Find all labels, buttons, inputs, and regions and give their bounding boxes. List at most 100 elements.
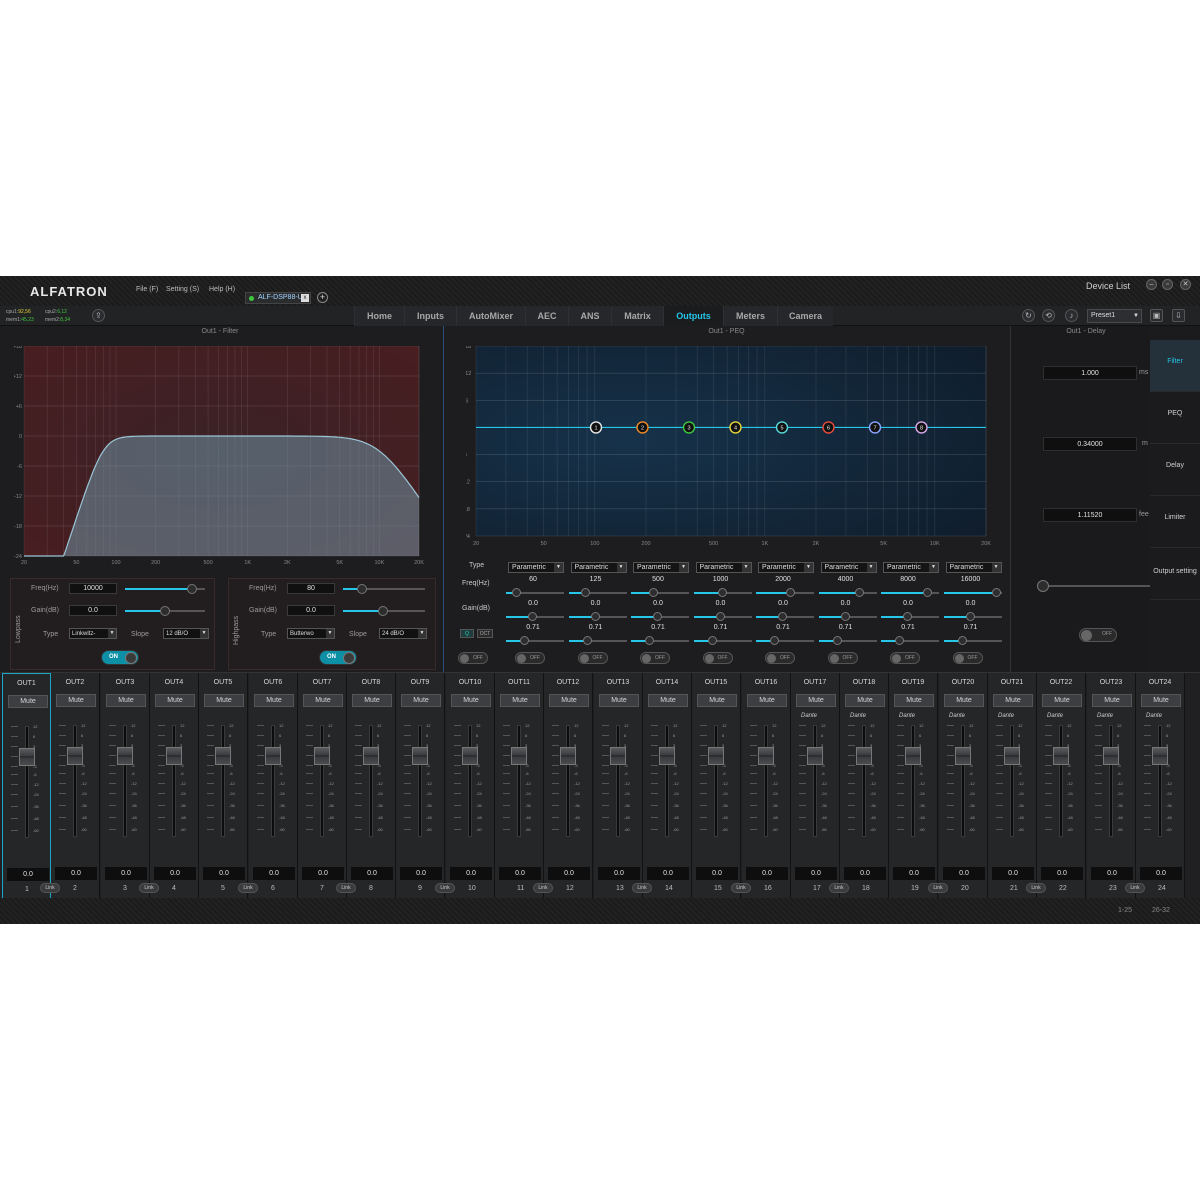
mute-button[interactable]: Mute: [155, 694, 195, 707]
delay-m-input[interactable]: 0.34000: [1043, 437, 1137, 451]
slider-knob[interactable]: [991, 588, 1001, 597]
fader-track[interactable]: [566, 725, 570, 837]
link-button[interactable]: Link: [435, 883, 455, 893]
channel-level-value[interactable]: 0.0: [992, 867, 1034, 880]
link-button[interactable]: Link: [1026, 883, 1046, 893]
add-tab-button[interactable]: +: [317, 292, 328, 303]
slider-knob[interactable]: [580, 588, 590, 597]
preset-select[interactable]: Preset1 ▼: [1087, 309, 1142, 323]
band-1-q-value[interactable]: 0.71: [505, 624, 561, 631]
slider-knob[interactable]: [378, 606, 388, 616]
band-4-freq-value[interactable]: 1000: [693, 576, 749, 583]
side-tab-output-setting[interactable]: Output setting: [1150, 548, 1200, 600]
channel-level-value[interactable]: 0.0: [7, 868, 49, 881]
band-7-gain-value[interactable]: 0.0: [880, 600, 936, 607]
highpass-toggle[interactable]: ON: [319, 650, 357, 665]
side-tab-filter[interactable]: Filter: [1150, 340, 1200, 392]
mute-button[interactable]: Mute: [106, 694, 146, 707]
band-6-freq-slider[interactable]: [818, 588, 877, 597]
lowpass-freq-input[interactable]: 10000: [69, 583, 117, 594]
band-7-freq-value[interactable]: 8000: [880, 576, 936, 583]
lowpass-type-select[interactable]: Linkwitz- ▼: [69, 628, 117, 639]
fader-handle[interactable]: [117, 747, 133, 765]
fader-track[interactable]: [369, 725, 373, 837]
peq-band-node-6[interactable]: 6: [822, 421, 835, 434]
save-icon[interactable]: ▣: [1150, 309, 1163, 322]
fader-handle[interactable]: [1152, 747, 1168, 765]
band-8-freq-value[interactable]: 16000: [943, 576, 999, 583]
slider-knob[interactable]: [520, 636, 529, 645]
channel-level-value[interactable]: 0.0: [302, 867, 344, 880]
slider-knob[interactable]: [582, 636, 592, 645]
device-list-button[interactable]: Device List: [1086, 281, 1130, 291]
fader-handle[interactable]: [363, 747, 379, 765]
channel-level-value[interactable]: 0.0: [548, 867, 590, 880]
band-7-gain-slider[interactable]: [881, 612, 939, 621]
band-8-q-slider[interactable]: [943, 636, 1002, 645]
channel-level-value[interactable]: 0.0: [154, 867, 196, 880]
volume-icon[interactable]: ♪: [1065, 309, 1078, 322]
side-tab-limiter[interactable]: Limiter: [1150, 496, 1200, 548]
minimize-icon[interactable]: –: [1146, 279, 1157, 290]
fader-handle[interactable]: [67, 747, 83, 765]
peq-band-node-5[interactable]: 5: [775, 421, 789, 434]
mute-button[interactable]: Mute: [845, 694, 885, 707]
mute-button[interactable]: Mute: [204, 694, 244, 707]
band-1-freq-slider[interactable]: [506, 588, 564, 597]
band-3-toggle[interactable]: OFF: [640, 652, 670, 664]
band-1-gain-value[interactable]: 0.0: [505, 600, 561, 607]
band-1-freq-value[interactable]: 60: [505, 576, 561, 583]
mute-button[interactable]: Mute: [599, 694, 639, 707]
fader-handle[interactable]: [412, 747, 428, 765]
band-5-q-slider[interactable]: [756, 636, 814, 645]
mute-button[interactable]: Mute: [648, 694, 688, 707]
band-3-gain-value[interactable]: 0.0: [630, 600, 686, 607]
mute-button[interactable]: Mute: [8, 695, 48, 708]
nav-tab-camera[interactable]: Camera: [777, 306, 833, 326]
slider-knob[interactable]: [786, 588, 795, 597]
channel-level-value[interactable]: 0.0: [696, 867, 738, 880]
mute-button[interactable]: Mute: [549, 694, 589, 707]
lowpass-toggle[interactable]: ON: [101, 650, 139, 665]
fader-handle[interactable]: [314, 747, 330, 765]
band-6-type-select[interactable]: Parametric ▼: [820, 562, 877, 573]
band-8-freq-slider[interactable]: [943, 588, 1002, 597]
lowpass-gain-input[interactable]: 0.0: [69, 605, 117, 616]
band-5-type-select[interactable]: Parametric ▼: [758, 562, 814, 573]
band-1-q-slider[interactable]: [506, 636, 564, 645]
band-8-type-select[interactable]: Parametric ▼: [945, 562, 1002, 573]
slider-knob[interactable]: [187, 584, 197, 594]
slider-knob[interactable]: [965, 612, 975, 621]
highpass-freq-slider[interactable]: [343, 584, 425, 594]
slider-knob[interactable]: [645, 636, 654, 645]
fader-track[interactable]: [1010, 725, 1014, 837]
fader-track[interactable]: [911, 725, 915, 837]
channel-level-value[interactable]: 0.0: [450, 867, 492, 880]
slider-knob[interactable]: [160, 606, 170, 616]
fader-handle[interactable]: [610, 747, 626, 765]
q-mode-button[interactable]: Q: [460, 629, 474, 638]
slider-knob[interactable]: [923, 588, 932, 597]
maximize-icon[interactable]: ▫: [1162, 279, 1173, 290]
fader-track[interactable]: [123, 725, 127, 837]
band-7-q-value[interactable]: 0.71: [880, 624, 936, 631]
delay-ms-input[interactable]: 1.000: [1043, 366, 1137, 380]
band-2-q-value[interactable]: 0.71: [568, 624, 624, 631]
delay-slider[interactable]: [1037, 580, 1151, 592]
mute-button[interactable]: Mute: [697, 694, 737, 707]
mute-button[interactable]: Mute: [993, 694, 1033, 707]
link-button[interactable]: Link: [731, 883, 751, 893]
mute-button[interactable]: Mute: [500, 694, 540, 707]
fader-handle[interactable]: [758, 747, 774, 765]
nav-tab-matrix[interactable]: Matrix: [611, 306, 663, 326]
band-6-q-value[interactable]: 0.71: [818, 624, 874, 631]
mute-button[interactable]: Mute: [303, 694, 343, 707]
slider-knob[interactable]: [903, 612, 912, 621]
link-button[interactable]: Link: [632, 883, 652, 893]
band-3-q-value[interactable]: 0.71: [630, 624, 686, 631]
band-8-gain-slider[interactable]: [943, 612, 1002, 621]
mute-button[interactable]: Mute: [1092, 694, 1132, 707]
export-icon[interactable]: ⇩: [1172, 309, 1185, 322]
link-button[interactable]: Link: [40, 883, 60, 893]
band-5-freq-value[interactable]: 2000: [755, 576, 811, 583]
